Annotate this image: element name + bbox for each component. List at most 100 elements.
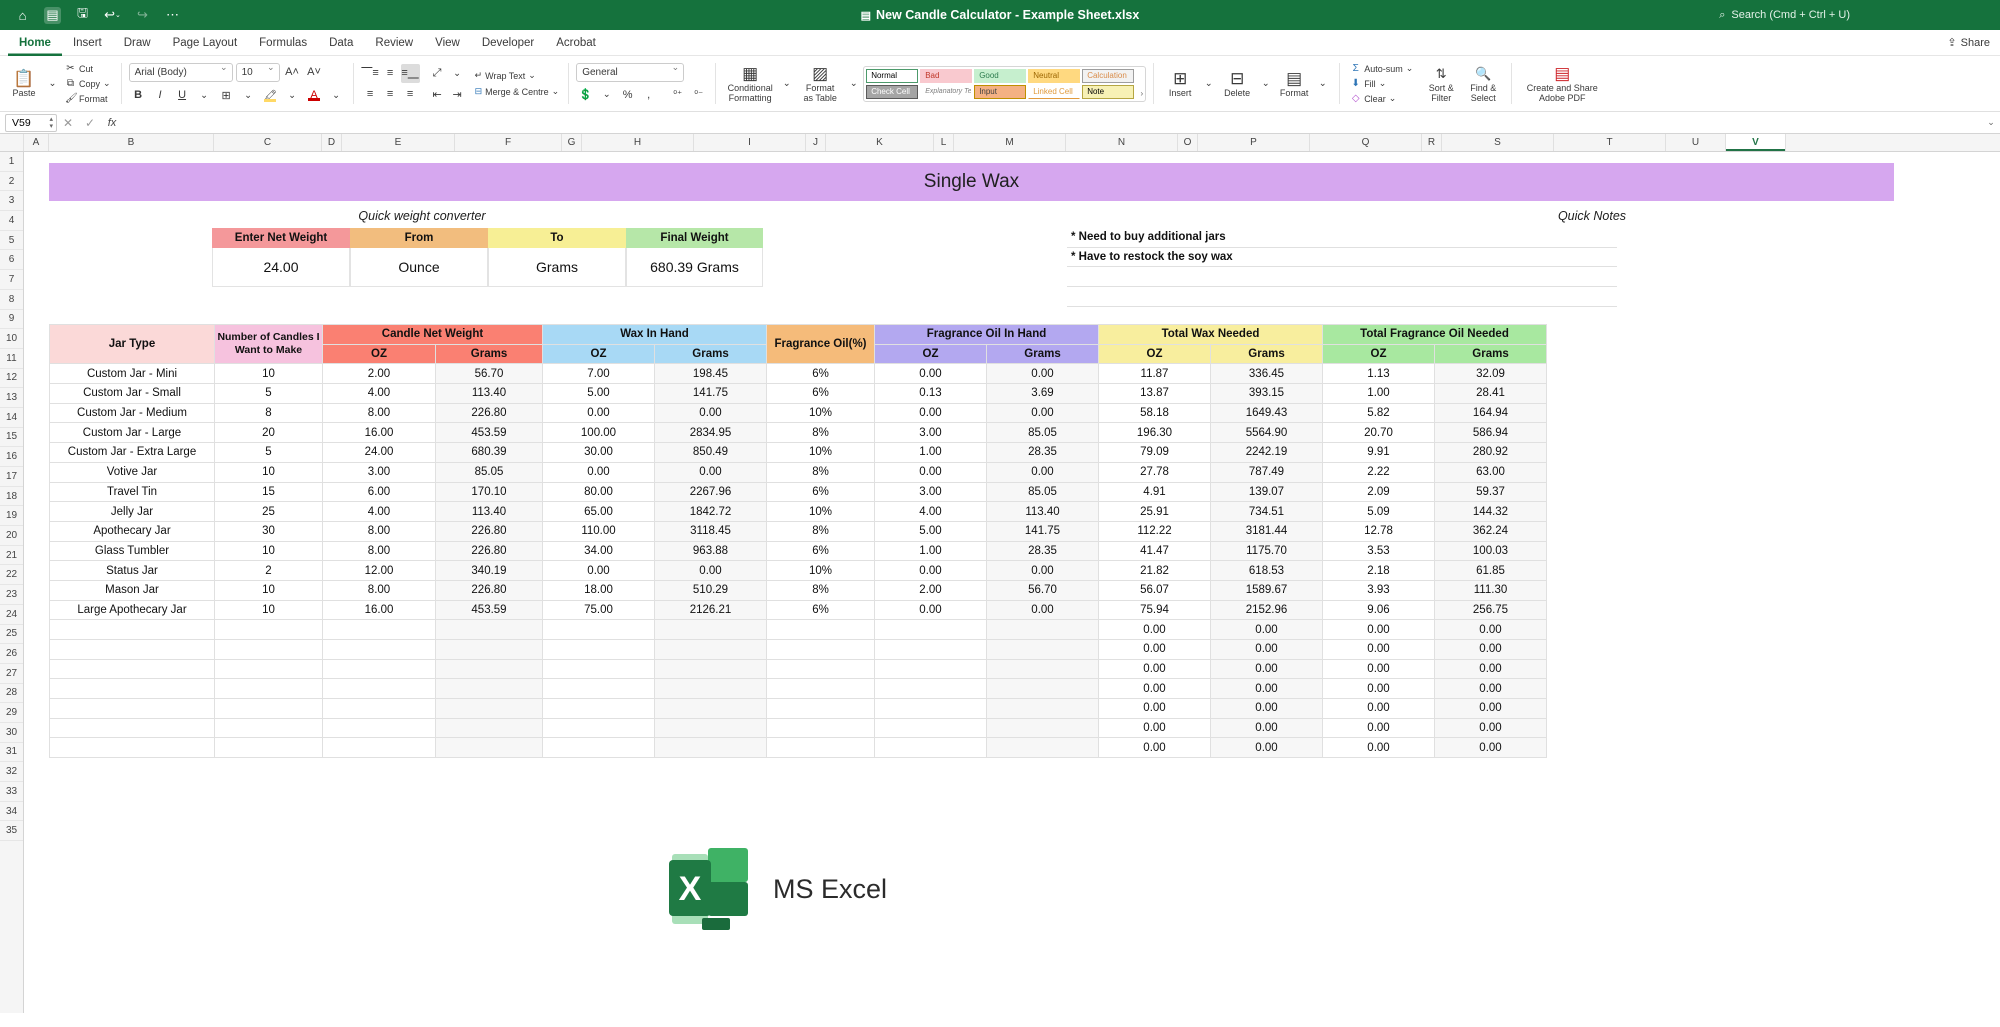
- cell-tfo_oz[interactable]: 0.00: [1322, 658, 1435, 680]
- cell-jar[interactable]: Votive Jar: [49, 461, 215, 483]
- row-header-20[interactable]: 20: [0, 526, 23, 546]
- cell-wax_oz[interactable]: [542, 717, 655, 739]
- font-color-button[interactable]: A: [305, 86, 324, 105]
- column-header-R[interactable]: R: [1422, 134, 1442, 151]
- cell-foh_oz[interactable]: 0.00: [874, 599, 987, 621]
- row-header-22[interactable]: 22: [0, 565, 23, 586]
- cell-tfo_oz[interactable]: 9.91: [1322, 442, 1435, 463]
- column-header-A[interactable]: A: [24, 134, 49, 151]
- insert-function-icon[interactable]: fx: [101, 117, 123, 129]
- cell-net_g[interactable]: 226.80: [435, 540, 543, 562]
- cell-foh_g[interactable]: 0.00: [986, 560, 1099, 581]
- percent-format-icon[interactable]: %: [618, 85, 637, 104]
- row-header-23[interactable]: 23: [0, 585, 23, 605]
- cell-tfo_oz[interactable]: 0.00: [1322, 619, 1435, 640]
- cell-net_oz[interactable]: [322, 678, 436, 700]
- row-header-10[interactable]: 10: [0, 329, 23, 349]
- cell-jar[interactable]: Apothecary Jar: [49, 520, 215, 542]
- converter-value-net-weight[interactable]: 24.00: [212, 247, 350, 287]
- cell-foh_oz[interactable]: 3.00: [874, 481, 987, 503]
- format-as-table-button[interactable]: ▨ Format as Table: [796, 63, 844, 105]
- underline-chevron-down-icon[interactable]: ⌄: [195, 86, 214, 105]
- cell-style-normal[interactable]: Normal: [866, 68, 919, 83]
- cell-fo_pct[interactable]: 10%: [766, 501, 875, 522]
- currency-chevron-down-icon[interactable]: ⌄: [597, 85, 616, 104]
- cell-twax_oz[interactable]: 75.94: [1098, 599, 1211, 621]
- cell-qty[interactable]: [214, 658, 323, 680]
- insert-chevron-down-icon[interactable]: ⌄: [1199, 74, 1218, 93]
- cell-net_oz[interactable]: 24.00: [322, 442, 436, 463]
- cell-fo_pct[interactable]: 10%: [766, 402, 875, 424]
- cell-fo_pct[interactable]: 6%: [766, 383, 875, 404]
- font-color-chevron-down-icon[interactable]: ⌄: [327, 86, 346, 105]
- cell-qty[interactable]: [214, 717, 323, 739]
- save-as-icon[interactable]: 🖫: [74, 5, 91, 24]
- autosum-chevron-down-icon[interactable]: ⌄: [1406, 63, 1414, 74]
- cell-foh_oz[interactable]: [874, 658, 987, 680]
- cell-tfo_oz[interactable]: 2.22: [1322, 461, 1435, 483]
- confirm-formula-icon[interactable]: ✓: [79, 116, 101, 130]
- fill-button[interactable]: ⬇ Fill ⌄: [1347, 77, 1416, 90]
- cell-net_g[interactable]: 226.80: [435, 402, 543, 424]
- cell-twax_oz[interactable]: 21.82: [1098, 560, 1211, 581]
- cell-qty[interactable]: 5: [214, 442, 323, 463]
- converter-value-from[interactable]: Ounce: [350, 247, 488, 287]
- cell-wax_oz[interactable]: [542, 678, 655, 700]
- cell-wax_oz[interactable]: 75.00: [542, 599, 655, 621]
- cell-fo_pct[interactable]: 10%: [766, 442, 875, 463]
- format-as-table-chevron-down-icon[interactable]: ⌄: [844, 74, 863, 93]
- row-header-1[interactable]: 1: [0, 152, 23, 172]
- cell-foh_oz[interactable]: [874, 717, 987, 739]
- cell-foh_oz[interactable]: 1.00: [874, 540, 987, 562]
- cell-tfo_g[interactable]: 0.00: [1434, 658, 1547, 680]
- cell-tfo_g[interactable]: 0.00: [1434, 639, 1547, 660]
- cell-net_g[interactable]: 340.19: [435, 560, 543, 581]
- cell-net_g[interactable]: 453.59: [435, 599, 543, 621]
- cell-wax_g[interactable]: 2126.21: [654, 599, 767, 621]
- formula-input[interactable]: [123, 112, 1982, 133]
- cell-twax_g[interactable]: 787.49: [1210, 461, 1323, 483]
- row-header-24[interactable]: 24: [0, 605, 23, 625]
- row-header-18[interactable]: 18: [0, 487, 23, 507]
- row-header-11[interactable]: 11: [0, 349, 23, 369]
- name-box-spinner-icon[interactable]: ▴ ▾: [49, 116, 53, 130]
- cell-wax_oz[interactable]: 5.00: [542, 383, 655, 404]
- cell-wax_g[interactable]: 0.00: [654, 402, 767, 424]
- column-header-F[interactable]: F: [455, 134, 562, 151]
- cell-twax_g[interactable]: 0.00: [1210, 639, 1323, 660]
- column-header-B[interactable]: B: [49, 134, 214, 151]
- cell-tfo_oz[interactable]: 3.53: [1322, 540, 1435, 562]
- column-header-C[interactable]: C: [214, 134, 322, 151]
- cell-twax_oz[interactable]: 0.00: [1098, 678, 1211, 700]
- cell-wax_oz[interactable]: [542, 619, 655, 640]
- cell-net_g[interactable]: 680.39: [435, 442, 543, 463]
- cell-wax_g[interactable]: 963.88: [654, 540, 767, 562]
- fill-color-button[interactable]: 🖍: [261, 86, 280, 105]
- cell-foh_g[interactable]: [986, 717, 1099, 739]
- cell-fo_pct[interactable]: [766, 619, 875, 640]
- cell-net_oz[interactable]: [322, 658, 436, 680]
- column-header-S[interactable]: S: [1442, 134, 1554, 151]
- tab-acrobat[interactable]: Acrobat: [545, 30, 607, 56]
- cell-foh_oz[interactable]: [874, 698, 987, 719]
- cell-twax_g[interactable]: 1175.70: [1210, 540, 1323, 562]
- row-header-34[interactable]: 34: [0, 802, 23, 822]
- cell-qty[interactable]: 10: [214, 579, 323, 601]
- cell-foh_oz[interactable]: 1.00: [874, 442, 987, 463]
- row-header-27[interactable]: 27: [0, 664, 23, 684]
- cell-net_g[interactable]: [435, 658, 543, 680]
- cell-twax_oz[interactable]: 79.09: [1098, 442, 1211, 463]
- cell-qty[interactable]: 8: [214, 402, 323, 424]
- cell-net_g[interactable]: [435, 619, 543, 640]
- cell-jar[interactable]: [49, 698, 215, 719]
- cell-tfo_g[interactable]: 362.24: [1434, 520, 1547, 542]
- copy-chevron-down-icon[interactable]: ⌄: [103, 78, 111, 89]
- conditional-formatting-chevron-down-icon[interactable]: ⌄: [777, 74, 796, 93]
- column-header-J[interactable]: J: [806, 134, 826, 151]
- tab-formulas[interactable]: Formulas: [248, 30, 318, 56]
- note-line-3[interactable]: [1067, 267, 1617, 288]
- cell-foh_g[interactable]: 3.69: [986, 383, 1099, 404]
- decrease-decimal-icon[interactable]: ⁰⁻: [689, 85, 708, 104]
- cell-twax_oz[interactable]: 27.78: [1098, 461, 1211, 483]
- cell-twax_g[interactable]: 618.53: [1210, 560, 1323, 581]
